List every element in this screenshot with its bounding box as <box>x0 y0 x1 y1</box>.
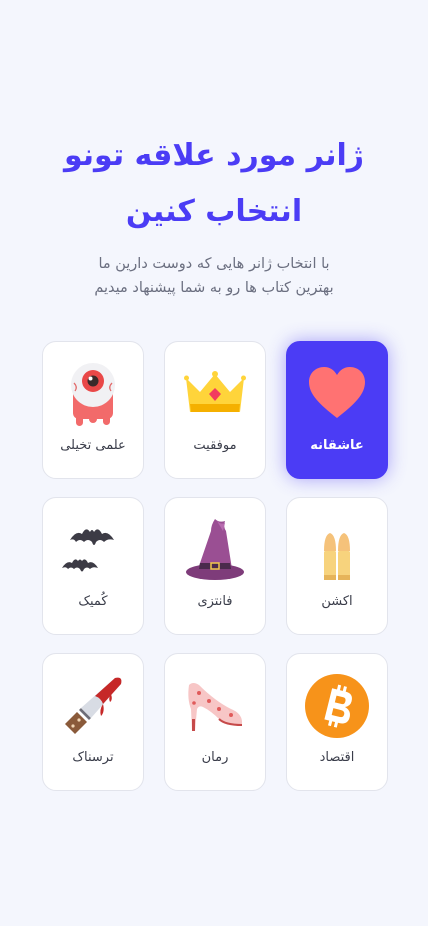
page-title: ژانر مورد علاقه تونو انتخاب کنین <box>0 128 428 240</box>
crown-icon <box>182 362 248 426</box>
genre-label: فانتزی <box>197 594 233 609</box>
genre-label: اکشن <box>321 594 353 609</box>
genre-label: اقتصاد <box>319 750 355 765</box>
bats-icon <box>60 518 126 582</box>
subtitle-line-2: بهترین کتاب ها رو به شما پیشنهاد میدیم <box>94 280 334 296</box>
bitcoin-icon <box>304 674 370 738</box>
genre-label: رمان <box>201 750 229 765</box>
page-subtitle: با انتخاب ژانر هایی که دوست دارین ما بهت… <box>0 252 428 300</box>
genre-grid: عاشقانه موفقیت علمی تخیلی اکشن فانتزی کُ… <box>40 341 388 791</box>
genre-card-horror[interactable]: ترسناک <box>42 653 144 791</box>
genre-card-action[interactable]: اکشن <box>286 497 388 635</box>
genre-card-fantasy[interactable]: فانتزی <box>164 497 266 635</box>
genre-card-novel[interactable]: رمان <box>164 653 266 791</box>
genre-label: عاشقانه <box>310 438 364 453</box>
witch-hat-icon <box>182 518 248 582</box>
genre-label: ترسناک <box>72 750 114 765</box>
title-line-1: ژانر مورد علاقه تونو <box>63 138 365 173</box>
genre-card-success[interactable]: موفقیت <box>164 341 266 479</box>
genre-card-romance[interactable]: عاشقانه <box>286 341 388 479</box>
genre-card-comic[interactable]: کُمیک <box>42 497 144 635</box>
title-line-2: انتخاب کنین <box>125 194 303 229</box>
genre-card-scifi[interactable]: علمی تخیلی <box>42 341 144 479</box>
genre-label: علمی تخیلی <box>60 438 126 453</box>
subtitle-line-1: با انتخاب ژانر هایی که دوست دارین ما <box>98 256 330 272</box>
genre-label: کُمیک <box>78 594 108 609</box>
heart-icon <box>304 362 370 426</box>
eyeball-monster-icon <box>60 362 126 426</box>
bullets-icon <box>304 526 370 590</box>
genre-card-economy[interactable]: اقتصاد <box>286 653 388 791</box>
high-heel-icon <box>182 674 248 738</box>
genre-label: موفقیت <box>193 438 237 453</box>
bloody-knife-icon <box>60 674 126 738</box>
